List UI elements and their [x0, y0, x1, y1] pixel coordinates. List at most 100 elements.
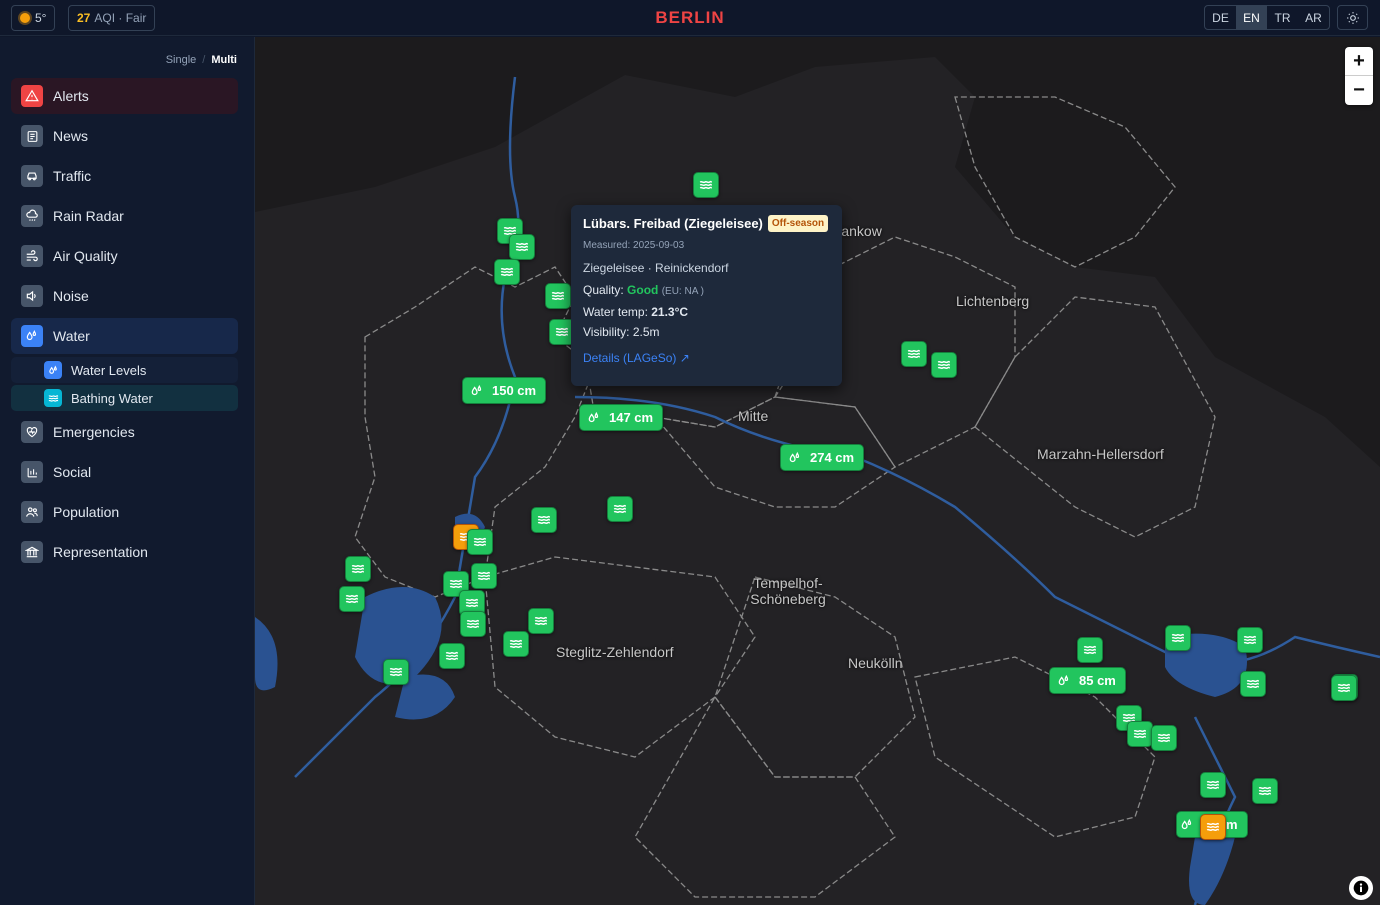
sidebar-item-alerts[interactable]: Alerts: [11, 78, 238, 114]
language-switcher: DE EN TR AR: [1204, 5, 1330, 30]
water-temp-value: 21.3°C: [651, 305, 689, 319]
bathing-marker[interactable]: [531, 507, 557, 533]
waves-icon: [466, 619, 480, 628]
bathing-marker[interactable]: [439, 643, 465, 669]
quality-value: Good: [627, 283, 659, 297]
waves-icon: [555, 327, 569, 336]
bathing-marker[interactable]: [494, 259, 520, 285]
bathing-marker[interactable]: [1151, 725, 1177, 751]
bathing-marker[interactable]: [1165, 625, 1191, 651]
weather-chip[interactable]: 5°: [11, 5, 56, 31]
waves-icon: [1206, 822, 1220, 831]
bathing-marker[interactable]: [693, 172, 719, 198]
sidebar-item-label: Emergencies: [53, 424, 135, 440]
sidebar-item-representation[interactable]: Representation: [11, 534, 238, 570]
district-label-tempelhof-schoeneberg: Tempelhof-Schöneberg: [750, 575, 826, 607]
waves-icon: [351, 564, 365, 573]
waves-icon: [500, 267, 514, 276]
water-level-marker[interactable]: 274 cm: [780, 444, 865, 471]
bathing-marker[interactable]: [339, 586, 365, 612]
bathing-marker[interactable]: [503, 631, 529, 657]
bathing-marker[interactable]: [1331, 675, 1357, 701]
waves-icon: [1337, 683, 1351, 692]
sidebar-item-label: Noise: [53, 288, 89, 304]
mode-single-button[interactable]: Single: [166, 54, 197, 66]
bathing-marker[interactable]: [1252, 778, 1278, 804]
lang-ar-button[interactable]: AR: [1298, 6, 1329, 29]
droplets-icon: [1058, 674, 1069, 685]
sidebar-item-rain-radar[interactable]: Rain Radar: [11, 198, 238, 234]
sidebar-item-population[interactable]: Population: [11, 494, 238, 530]
bathing-marker-warning[interactable]: [1200, 814, 1226, 840]
warning-icon: [21, 85, 43, 107]
waves-icon: [613, 504, 627, 513]
bathing-site-popup: Lübars. Freibad (Ziegeleisee) Off-season…: [571, 205, 842, 386]
top-bar: 5° 27 AQI · Fair BERLIN DE EN TR AR: [0, 0, 1380, 36]
heart-pulse-icon: [21, 421, 43, 443]
popup-water-temp-row: Water temp: 21.3°C: [583, 305, 830, 319]
bathing-marker[interactable]: [471, 563, 497, 589]
sidebar-item-label: News: [53, 128, 89, 144]
sidebar-item-water[interactable]: Water: [11, 318, 238, 354]
aqi-value: 27: [77, 11, 91, 25]
info-icon[interactable]: [1349, 876, 1373, 900]
bathing-marker[interactable]: [607, 496, 633, 522]
bathing-marker[interactable]: [383, 659, 409, 685]
popup-quality-row: Quality: Good (EU: NA ): [583, 283, 830, 297]
sidebar-item-label: Alerts: [53, 88, 89, 104]
speaker-icon: [21, 285, 43, 307]
water-level-marker[interactable]: 150 cm: [462, 377, 547, 404]
droplets-icon: [588, 411, 599, 422]
waves-icon: [477, 571, 491, 580]
district-label-lichtenberg: Lichtenberg: [956, 293, 1030, 309]
bathing-marker[interactable]: [467, 529, 493, 555]
aqi-label: AQI · Fair: [94, 11, 147, 25]
map-view[interactable]: Pankow Lichtenberg Mitte Marzahn-Hellers…: [255, 37, 1380, 905]
water-level-value: 85 cm: [1079, 673, 1116, 688]
newspaper-icon: [21, 125, 43, 147]
bathing-marker[interactable]: [345, 556, 371, 582]
waves-icon: [389, 667, 403, 676]
bathing-marker[interactable]: [545, 283, 571, 309]
details-link[interactable]: Details (LAGeSo) ↗: [583, 351, 830, 365]
sidebar-subitem-bathing-water[interactable]: Bathing Water: [11, 385, 238, 411]
aqi-chip[interactable]: 27 AQI · Fair: [68, 5, 156, 31]
popup-title: Lübars. Freibad (Ziegeleisee): [583, 216, 763, 231]
sun-icon: [1346, 11, 1359, 24]
sidebar-subitem-label: Bathing Water: [71, 390, 153, 406]
bathing-marker[interactable]: [1077, 637, 1103, 663]
theme-toggle-button[interactable]: [1337, 5, 1368, 30]
bathing-marker[interactable]: [901, 341, 927, 367]
sidebar-subitem-water-levels[interactable]: Water Levels: [11, 357, 238, 383]
bathing-marker[interactable]: [460, 611, 486, 637]
bathing-marker[interactable]: [528, 608, 554, 634]
lang-de-button[interactable]: DE: [1205, 6, 1236, 29]
sidebar-item-noise[interactable]: Noise: [11, 278, 238, 314]
sidebar-subitem-label: Water Levels: [71, 362, 147, 378]
waves-icon: [1243, 635, 1257, 644]
sidebar-item-emergencies[interactable]: Emergencies: [11, 414, 238, 450]
zoom-in-button[interactable]: +: [1345, 47, 1373, 76]
lang-tr-button[interactable]: TR: [1267, 6, 1298, 29]
bar-chart-icon: [21, 461, 43, 483]
bathing-marker[interactable]: [1240, 671, 1266, 697]
bathing-marker[interactable]: [509, 234, 535, 260]
bathing-marker[interactable]: [931, 352, 957, 378]
bathing-marker[interactable]: [1127, 721, 1153, 747]
sidebar-item-social[interactable]: Social: [11, 454, 238, 490]
water-level-marker[interactable]: 85 cm: [1049, 667, 1126, 694]
droplets-icon: [44, 361, 62, 379]
lang-en-button[interactable]: EN: [1236, 6, 1267, 29]
sidebar-item-traffic[interactable]: Traffic: [11, 158, 238, 194]
zoom-out-button[interactable]: −: [1345, 76, 1373, 105]
water-level-value: 150 cm: [492, 383, 537, 398]
sidebar-item-news[interactable]: News: [11, 118, 238, 154]
sidebar-item-label: Air Quality: [53, 248, 118, 264]
bathing-marker[interactable]: [1200, 772, 1226, 798]
water-level-marker[interactable]: 147 cm: [579, 404, 664, 431]
bathing-marker[interactable]: [1237, 627, 1263, 653]
waves-icon: [1246, 679, 1260, 688]
mode-multi-button[interactable]: Multi: [211, 54, 237, 66]
sidebar-item-air-quality[interactable]: Air Quality: [11, 238, 238, 274]
car-icon: [21, 165, 43, 187]
